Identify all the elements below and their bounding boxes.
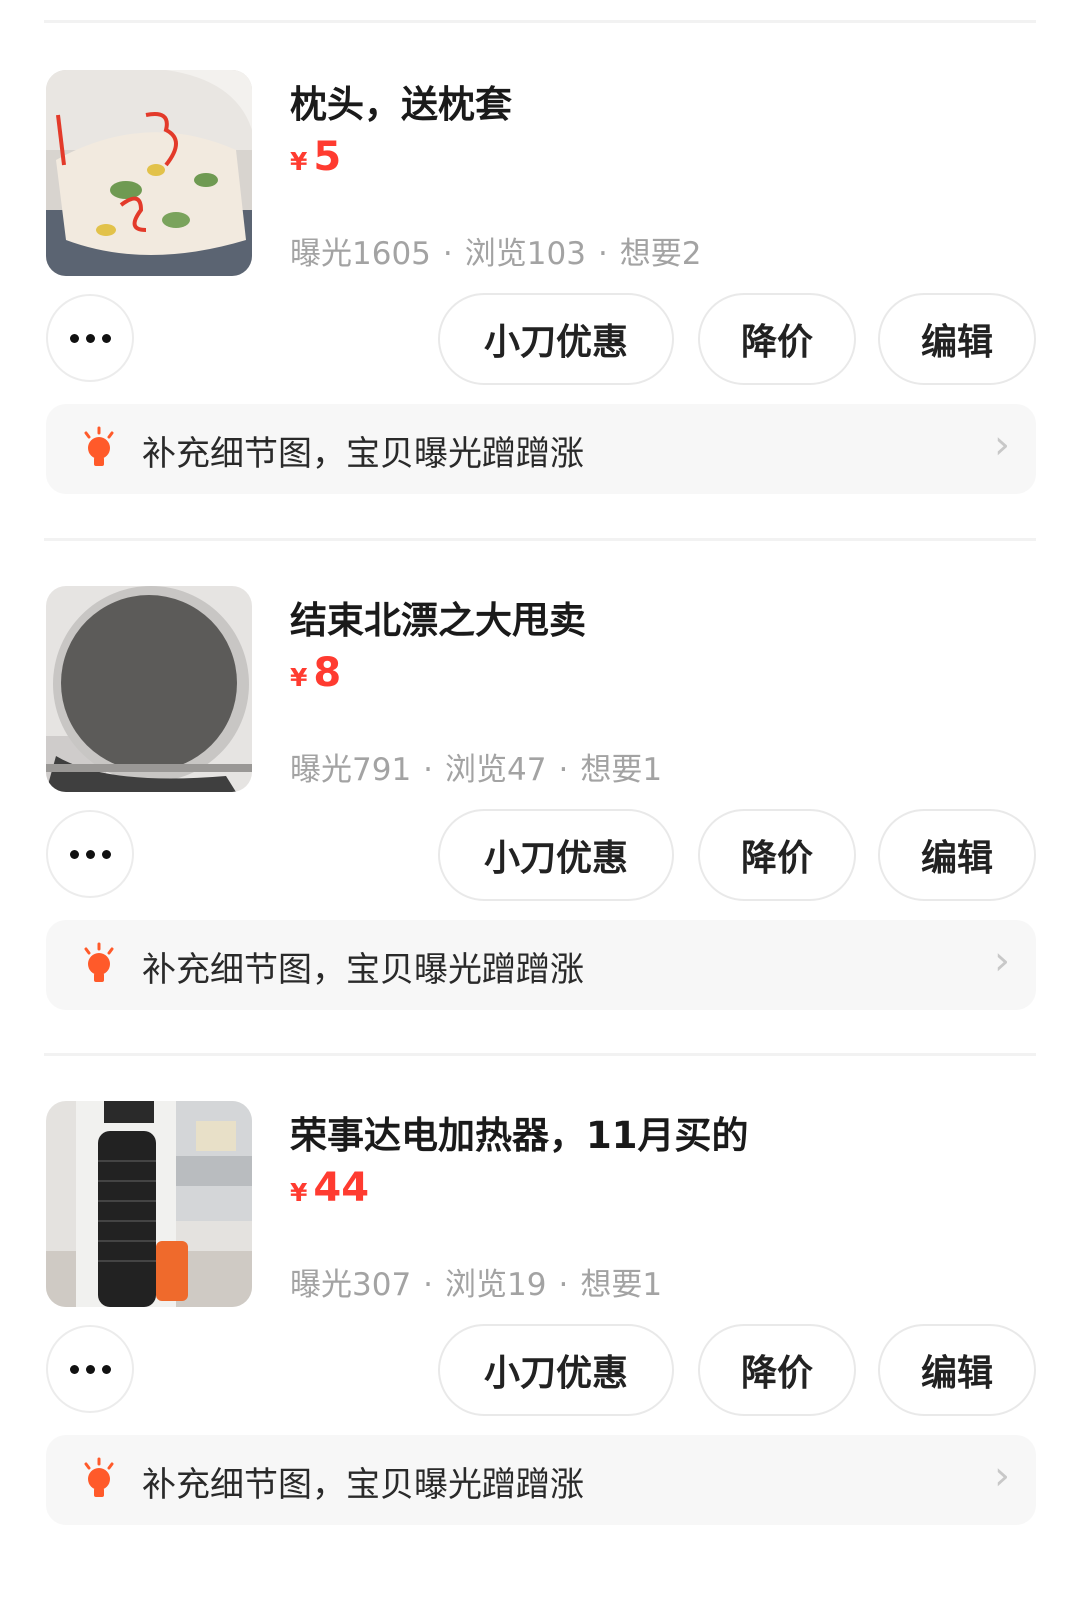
want-count: 想要1: [580, 1267, 663, 1303]
divider: [44, 1053, 1036, 1056]
more-button[interactable]: [46, 294, 134, 382]
more-dots-icon: [85, 849, 95, 859]
currency-symbol: ¥: [290, 1178, 308, 1207]
more-dots-icon: [69, 1364, 79, 1374]
listing-thumbnail[interactable]: [46, 1101, 252, 1307]
more-dots-icon: [69, 333, 79, 343]
listing-title[interactable]: 结束北漂之大甩卖: [290, 590, 586, 644]
listing-thumbnail[interactable]: [46, 586, 252, 792]
tip-text: 补充细节图，宝贝曝光蹭蹭涨: [142, 1465, 584, 1505]
listing-title[interactable]: 荣事达电加热器，11月买的: [290, 1105, 749, 1159]
chevron-right-icon: ›: [994, 1453, 1010, 1499]
separator-dot: ·: [558, 1267, 569, 1303]
my-listings-page: 枕头，送枕套 ¥5 曝光1605 · 浏览103 · 想要2 小刀优惠 降价 编辑 补充…: [0, 0, 1080, 1620]
lightbulb-icon: [84, 1457, 114, 1497]
chevron-right-icon: ›: [994, 938, 1010, 984]
tip-text: 补充细节图，宝贝曝光蹭蹭涨: [142, 434, 584, 474]
more-dots-icon: [101, 849, 111, 859]
heater-image: [46, 1101, 252, 1307]
view-count: 浏览19: [445, 1267, 547, 1303]
currency-symbol: ¥: [290, 663, 308, 692]
price-value: 8: [313, 650, 342, 696]
improve-tip-banner[interactable]: 补充细节图，宝贝曝光蹭蹭涨 ›: [46, 1435, 1036, 1525]
more-dots-icon: [85, 333, 95, 343]
chevron-right-icon: ›: [994, 422, 1010, 468]
separator-dot: ·: [423, 752, 434, 788]
separator-dot: ·: [558, 752, 569, 788]
listing-title[interactable]: 枕头，送枕套: [290, 74, 512, 128]
listing-price: ¥5: [290, 134, 341, 180]
reduce-price-button[interactable]: 降价: [698, 809, 856, 901]
more-dots-icon: [85, 1364, 95, 1374]
edit-button[interactable]: 编辑: [878, 1324, 1036, 1416]
edit-button[interactable]: 编辑: [878, 809, 1036, 901]
price-value: 5: [313, 134, 342, 180]
listing-card[interactable]: 枕头，送枕套 ¥5 曝光1605 · 浏览103 · 想要2 小刀优惠 降价 编辑 补充…: [0, 44, 1080, 544]
knife-discount-button[interactable]: 小刀优惠: [438, 1324, 674, 1416]
lightbulb-icon: [84, 942, 114, 982]
view-count: 浏览103: [464, 236, 586, 272]
pillow-image: [46, 70, 252, 276]
round-mirror-image: [46, 586, 252, 792]
listing-price: ¥8: [290, 650, 341, 696]
separator-dot: ·: [442, 236, 453, 272]
listing-stats: 曝光1605 · 浏览103 · 想要2: [290, 228, 702, 273]
listing-stats: 曝光791 · 浏览47 · 想要1: [290, 744, 662, 789]
want-count: 想要2: [619, 236, 702, 272]
reduce-price-button[interactable]: 降价: [698, 1324, 856, 1416]
edit-button[interactable]: 编辑: [878, 293, 1036, 385]
listing-stats: 曝光307 · 浏览19 · 想要1: [290, 1259, 662, 1304]
more-button[interactable]: [46, 1325, 134, 1413]
knife-discount-button[interactable]: 小刀优惠: [438, 293, 674, 385]
price-value: 44: [313, 1165, 370, 1211]
more-button[interactable]: [46, 810, 134, 898]
more-dots-icon: [69, 849, 79, 859]
exposure-count: 曝光1605: [290, 236, 431, 272]
tip-text: 补充细节图，宝贝曝光蹭蹭涨: [142, 950, 584, 990]
listing-thumbnail[interactable]: [46, 70, 252, 276]
exposure-count: 曝光307: [290, 1267, 412, 1303]
want-count: 想要1: [580, 752, 663, 788]
currency-symbol: ¥: [290, 147, 308, 176]
improve-tip-banner[interactable]: 补充细节图，宝贝曝光蹭蹭涨 ›: [46, 920, 1036, 1010]
knife-discount-button[interactable]: 小刀优惠: [438, 809, 674, 901]
lightbulb-icon: [84, 426, 114, 466]
divider: [44, 538, 1036, 541]
improve-tip-banner[interactable]: 补充细节图，宝贝曝光蹭蹭涨 ›: [46, 404, 1036, 494]
listing-card[interactable]: 结束北漂之大甩卖 ¥8 曝光791 · 浏览47 · 想要1 小刀优惠 降价 编辑 补充…: [0, 560, 1080, 1060]
more-dots-icon: [101, 333, 111, 343]
divider: [44, 20, 1036, 23]
separator-dot: ·: [423, 1267, 434, 1303]
listing-card[interactable]: 荣事达电加热器，11月买的 ¥44 曝光307 · 浏览19 · 想要1 小刀优惠 降价…: [0, 1075, 1080, 1575]
view-count: 浏览47: [445, 752, 547, 788]
exposure-count: 曝光791: [290, 752, 412, 788]
listing-price: ¥44: [290, 1165, 369, 1211]
more-dots-icon: [101, 1364, 111, 1374]
separator-dot: ·: [597, 236, 608, 272]
reduce-price-button[interactable]: 降价: [698, 293, 856, 385]
